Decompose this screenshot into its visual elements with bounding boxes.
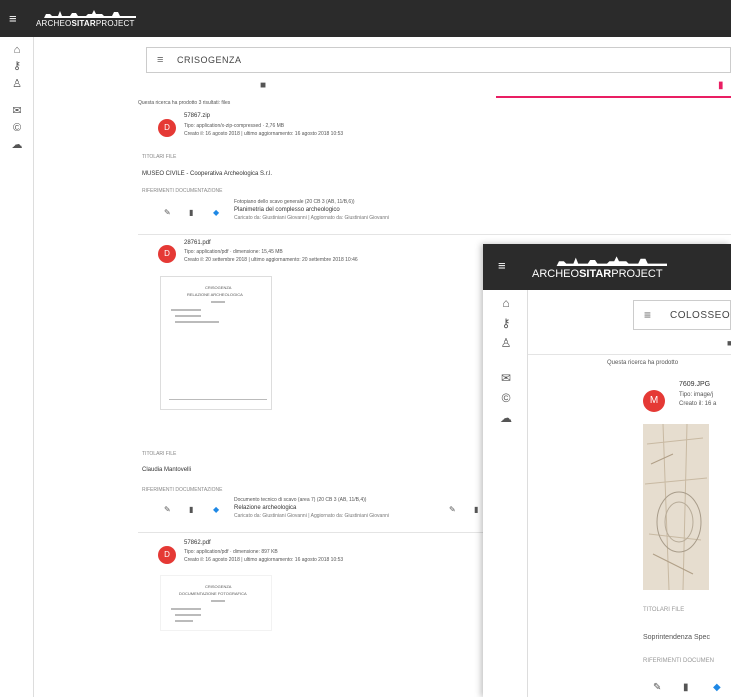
app-logo[interactable]: ARCHEOSITARPROJECT [36, 8, 136, 30]
logo-bold: SITAR [579, 268, 612, 280]
file-name[interactable]: 7609.JPG [679, 381, 710, 388]
edit-icon[interactable]: ✎ [164, 208, 171, 217]
document-icon[interactable]: ▮ [474, 505, 478, 514]
avatar: M [643, 390, 665, 412]
search-menu-icon[interactable]: ≡ [644, 308, 651, 322]
file-created: Creato il: 20 settembre 2018 | ultimo ag… [184, 257, 358, 263]
avatar: D [158, 245, 176, 263]
file-tab-icon[interactable]: ▮ [718, 80, 724, 91]
logo-prefix: ARCHEO [532, 268, 580, 280]
file-created: Creato il: 16 agosto 2018 | ultimo aggio… [184, 557, 344, 563]
owner-name: Claudia Mantovelli [142, 467, 192, 473]
link-icon[interactable]: ◆ [713, 682, 721, 693]
menu-icon[interactable]: ≡ [498, 258, 506, 273]
active-tab-indicator [496, 96, 731, 98]
search-input[interactable]: CRISOGENZA [177, 55, 242, 65]
overlay-logo[interactable]: ARCHEOSITARPROJECT [532, 254, 692, 284]
cloud-icon[interactable]: ☁ [9, 138, 25, 152]
file-created: Creato il: 16 agosto 2018 | ultimo aggio… [184, 131, 344, 137]
divider [138, 234, 731, 235]
person-icon[interactable]: ♙ [497, 336, 515, 352]
logo-bold: SITAR [71, 19, 96, 28]
mail-icon[interactable]: ✉ [497, 371, 515, 387]
link-icon[interactable]: ◆ [213, 505, 219, 514]
refs-label: RIFERIMENTI DOCUMENTAZIONE [142, 188, 223, 194]
overlay-sidebar: ⌂ ⚷ ♙ ✉ © ☁ [483, 290, 528, 697]
edit-icon[interactable]: ✎ [653, 682, 661, 693]
document-icon[interactable]: ▮ [189, 208, 193, 217]
skyline-logo-icon [547, 256, 667, 266]
mail-icon[interactable]: ✉ [9, 104, 25, 118]
file-type: Tipo: application/pdf · dimensione: 897 … [184, 549, 278, 555]
skyline-logo-icon [36, 10, 136, 18]
pdf-thumbnail[interactable]: CRISOGENZA DOCUMENTAZIONE FOTOGRAFICA [160, 575, 272, 631]
thumb-title: CRISOGENZA [205, 584, 232, 589]
menu-icon[interactable]: ≡ [9, 11, 17, 26]
owners-label: TITOLARI FILE [643, 607, 685, 613]
file-name[interactable]: 57867.zip [184, 113, 210, 119]
ref-title[interactable]: Documento tecnico di scavo (area 7) (20 … [234, 497, 366, 503]
home-icon[interactable]: ⌂ [497, 296, 515, 312]
file-name[interactable]: 57862.pdf [184, 540, 211, 546]
app-header: ≡ ARCHEOSITARPROJECT [0, 0, 731, 37]
overlay-window: ≡ ARCHEOSITARPROJECT ⌂ ⚷ ♙ ✉ © ☁ ≡ COLOS… [483, 244, 731, 697]
result-tabs: ■ ▮ [146, 77, 731, 99]
logo-suffix: PROJECT [95, 19, 135, 28]
edit-icon[interactable]: ✎ [449, 505, 456, 514]
document-icon[interactable]: ▮ [683, 682, 689, 693]
plan-drawing-icon [643, 424, 709, 590]
sidebar: ⌂ ⚷ ♙ ✉ © ☁ [0, 37, 34, 697]
person-icon[interactable]: ♙ [9, 77, 25, 91]
avatar: D [158, 546, 176, 564]
overlay-header: ≡ ARCHEOSITARPROJECT [483, 244, 731, 290]
logo-suffix: PROJECT [611, 268, 663, 280]
key-icon[interactable]: ⚷ [497, 316, 515, 332]
logo-prefix: ARCHEO [36, 19, 72, 28]
copyright-icon[interactable]: © [497, 391, 515, 407]
image-thumbnail[interactable] [643, 424, 709, 590]
refs-label: RIFERIMENTI DOCUMENTAZIONE [142, 487, 223, 493]
owner-name: Soprintendenza Spec [643, 634, 710, 641]
thumb-subtitle: DOCUMENTAZIONE FOTOGRAFICA [179, 591, 247, 596]
search-menu-icon[interactable]: ≡ [157, 54, 163, 66]
thumb-title: CRISOGENZA [205, 285, 232, 290]
link-icon[interactable]: ◆ [213, 208, 219, 217]
file-name[interactable]: 28761.pdf [184, 240, 211, 246]
cloud-icon[interactable]: ☁ [497, 411, 515, 427]
home-icon[interactable]: ⌂ [9, 43, 25, 57]
refs-label: RIFERIMENTI DOCUMEN [643, 658, 714, 664]
key-icon[interactable]: ⚷ [9, 59, 25, 73]
owner-name: MUSEO CIVILE - Cooperativa Archeologica … [142, 171, 273, 177]
ref-subtitle: Relazione archeologica [234, 505, 297, 511]
avatar: D [158, 119, 176, 137]
results-summary: Questa ricerca ha prodotto [607, 360, 679, 366]
file-type: Tipo: application/pdf · dimensione: 15,4… [184, 249, 283, 255]
results-summary: Questa ricerca ha prodotto 3 risultati: … [138, 100, 231, 106]
ref-title[interactable]: Fotopiano dello scavo generale (20 CB 3 … [234, 199, 355, 205]
ref-meta: Caricato da: Giustiniani Giovanni | Aggi… [234, 215, 389, 221]
divider [528, 354, 731, 355]
thumb-subtitle: RELAZIONE ARCHEOLOGICA [187, 292, 243, 297]
copyright-icon[interactable]: © [9, 121, 25, 135]
ref-subtitle: Planimetria del complesso archeologico [234, 207, 340, 213]
search-bar[interactable]: ≡ CRISOGENZA [146, 47, 731, 73]
edit-icon[interactable]: ✎ [164, 505, 171, 514]
folder-tab-icon[interactable]: ■ [727, 338, 731, 348]
overlay-search-bar[interactable]: ≡ COLOSSEO [633, 300, 731, 330]
file-created: Creato il: 16 a [679, 401, 717, 407]
document-icon[interactable]: ▮ [189, 505, 193, 514]
folder-tab-icon[interactable]: ■ [260, 80, 266, 91]
overlay-search-input[interactable]: COLOSSEO [670, 310, 730, 321]
ref-meta: Caricato da: Giustiniani Giovanni | Aggi… [234, 513, 389, 519]
file-type: Tipo: application/x-zip-compressed · 2,7… [184, 123, 285, 129]
pdf-thumbnail[interactable]: CRISOGENZA RELAZIONE ARCHEOLOGICA [160, 276, 272, 410]
file-type: Tipo: image/j [679, 392, 714, 398]
owners-label: TITOLARI FILE [142, 451, 177, 457]
owners-label: TITOLARI FILE [142, 154, 177, 160]
